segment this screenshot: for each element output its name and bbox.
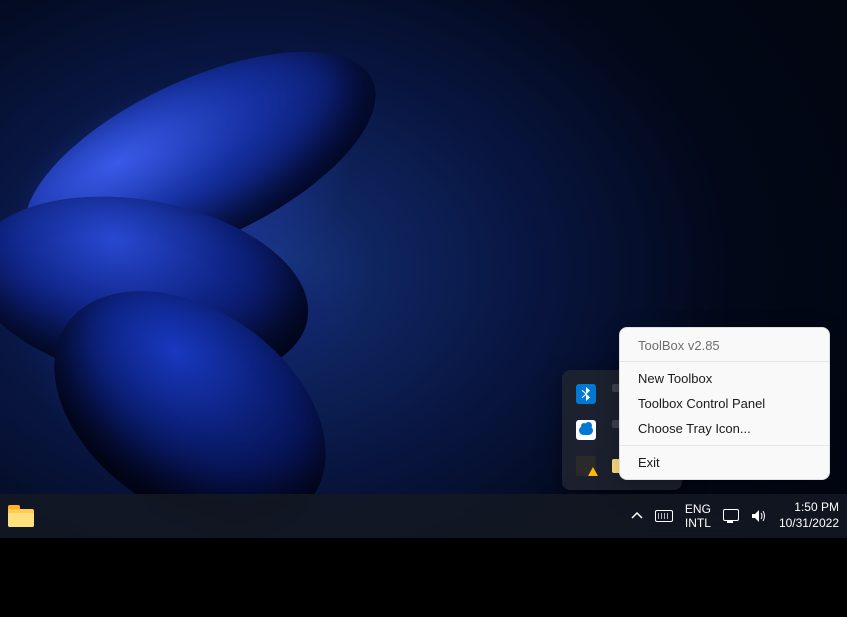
menu-item-exit[interactable]: Exit (620, 450, 829, 475)
tray-chevron-icon[interactable] (631, 509, 643, 523)
clock-time: 1:50 PM (779, 500, 839, 516)
menu-item-choose-tray-icon[interactable]: Choose Tray Icon... (620, 416, 829, 441)
taskbar: ENG INTL 1:50 PM 10/31/2022 (0, 494, 847, 538)
menu-item-new-toolbox[interactable]: New Toolbox (620, 366, 829, 391)
menu-separator (620, 445, 829, 446)
file-explorer-icon[interactable] (8, 505, 34, 527)
volume-icon[interactable] (751, 509, 767, 523)
clock[interactable]: 1:50 PM 10/31/2022 (779, 500, 839, 531)
input-keyboard-icon[interactable] (655, 510, 673, 522)
menu-item-control-panel[interactable]: Toolbox Control Panel (620, 391, 829, 416)
bluetooth-icon[interactable] (576, 384, 596, 404)
language-line2: INTL (685, 516, 711, 530)
clock-date: 10/31/2022 (779, 516, 839, 532)
context-menu-title: ToolBox v2.85 (620, 332, 829, 362)
context-menu: ToolBox v2.85 New Toolbox Toolbox Contro… (619, 327, 830, 480)
language-indicator[interactable]: ENG INTL (685, 502, 711, 531)
onedrive-icon[interactable] (576, 420, 596, 440)
language-line1: ENG (685, 502, 711, 516)
app-warning-icon[interactable] (576, 456, 596, 476)
network-icon[interactable] (723, 509, 739, 523)
